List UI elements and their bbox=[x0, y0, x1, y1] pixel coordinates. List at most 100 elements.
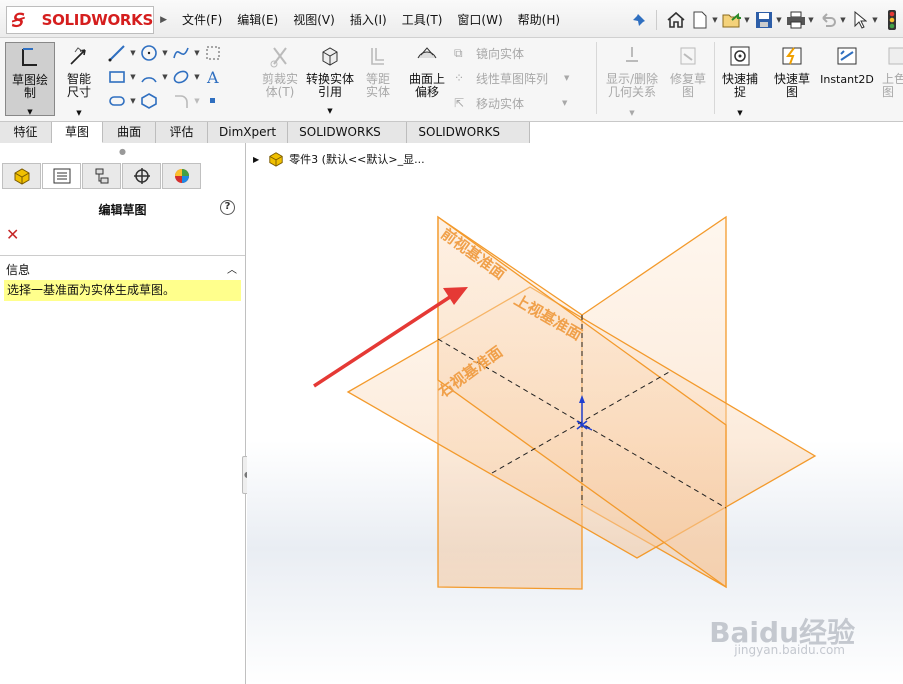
point-grid-icon[interactable] bbox=[202, 43, 224, 63]
save-icon[interactable] bbox=[753, 9, 775, 31]
convert-entities-button[interactable]: 转换实体引用 ▼ bbox=[305, 44, 355, 118]
linear-pattern-label: 线性草图阵列 bbox=[476, 71, 549, 86]
tab-sketch[interactable]: 草图 bbox=[52, 122, 104, 143]
open-dropdown-icon[interactable]: ▼ bbox=[743, 16, 751, 24]
open-icon[interactable] bbox=[721, 9, 743, 31]
tab-addins[interactable]: SOLIDWORKS 插件 bbox=[288, 122, 408, 159]
traffic-light-icon[interactable] bbox=[881, 9, 903, 31]
menu-insert[interactable]: 插入(I) bbox=[350, 11, 387, 28]
crosshair-icon bbox=[133, 168, 150, 184]
info-message: 选择一基准面为实体生成草图。 bbox=[4, 280, 241, 301]
command-tabs: 特征 草图 曲面 评估 DimXpert SOLIDWORKS 插件 SOLID… bbox=[0, 122, 530, 159]
select-dropdown-icon[interactable]: ▼ bbox=[871, 16, 879, 24]
move-entities-button[interactable]: ⇱ 移动实体 ▼ bbox=[454, 92, 567, 114]
tab-mbd[interactable]: SOLIDWORKS MBD bbox=[407, 122, 530, 159]
graphics-viewport[interactable]: ▶ 零件3 (默认<<默认>_显... 前视基准面 上视基准面 右视基准面 Ba… bbox=[247, 143, 903, 684]
smart-dimension-button[interactable]: 智能尺寸 ▼ bbox=[57, 44, 101, 120]
text-icon[interactable]: A bbox=[202, 67, 224, 87]
ellipse-icon[interactable] bbox=[170, 67, 192, 87]
display-manager-tab[interactable] bbox=[162, 163, 201, 189]
chevron-up-icon[interactable]: ︿ bbox=[227, 261, 237, 278]
fillet-icon[interactable] bbox=[170, 91, 192, 111]
solidworks-logo[interactable]: Ꞩ SOLIDWORKS ▶ bbox=[6, 6, 167, 34]
tab-evaluate[interactable]: 评估 bbox=[156, 122, 209, 143]
print-dropdown-icon[interactable]: ▼ bbox=[807, 16, 815, 24]
menu-help[interactable]: 帮助(H) bbox=[518, 11, 560, 28]
tab-dimxpert[interactable]: DimXpert bbox=[208, 122, 289, 143]
sketch-tools-row-1: ▼ ▼ ▼ bbox=[106, 42, 224, 64]
sketch-label: 草图绘制 bbox=[11, 73, 48, 100]
spline-icon[interactable] bbox=[170, 43, 192, 63]
panel-title: 编辑草图 ? bbox=[0, 200, 245, 219]
sketch-dropdown-icon[interactable]: ▼ bbox=[6, 106, 54, 119]
mirror-label: 镜向实体 bbox=[476, 46, 525, 61]
panel-title-text: 编辑草图 bbox=[98, 203, 147, 217]
quick-snaps-button[interactable]: 快速捕捉 ▼ bbox=[718, 44, 762, 120]
shaded-sketch-label: 上色草图 bbox=[882, 72, 903, 99]
tab-surfaces[interactable]: 曲面 bbox=[103, 122, 157, 143]
line-icon[interactable] bbox=[106, 43, 128, 63]
instant2d-button[interactable]: Instant2D bbox=[818, 44, 876, 86]
separator bbox=[714, 42, 715, 114]
menu-file[interactable]: 文件(F) bbox=[182, 11, 222, 28]
rectangle-icon[interactable] bbox=[106, 67, 128, 87]
cancel-icon[interactable]: ✕ bbox=[6, 225, 245, 247]
undo-dropdown-icon[interactable]: ▼ bbox=[839, 16, 847, 24]
rapid-sketch-button[interactable]: 快速草图 bbox=[768, 44, 816, 99]
relations-dropdown-icon[interactable]: ▼ bbox=[602, 107, 662, 120]
save-dropdown-icon[interactable]: ▼ bbox=[775, 16, 783, 24]
offset-on-surface-button[interactable]: 曲面上偏移 bbox=[403, 44, 451, 99]
snaps-dropdown-icon[interactable]: ▼ bbox=[718, 107, 762, 120]
instant2d-label: Instant2D bbox=[820, 73, 874, 86]
svg-text:Ꞩ: Ꞩ bbox=[11, 11, 25, 32]
arc-icon[interactable] bbox=[138, 67, 160, 87]
trim-icon bbox=[270, 47, 287, 68]
circle-icon[interactable] bbox=[138, 43, 160, 63]
convert-entities-icon bbox=[322, 47, 338, 66]
move-label: 移动实体 bbox=[476, 96, 525, 111]
mirror-entities-button[interactable]: ⧉ 镜向实体 bbox=[454, 42, 524, 64]
trim-entities-button[interactable]: 剪裁实体(T) bbox=[258, 44, 302, 99]
menu-tools[interactable]: 工具(T) bbox=[402, 11, 443, 28]
undo-icon[interactable] bbox=[817, 9, 839, 31]
linear-pattern-button[interactable]: ⁘ 线性草图阵列 ▼ bbox=[454, 67, 569, 89]
configuration-manager-tab[interactable] bbox=[82, 163, 121, 189]
print-icon[interactable] bbox=[785, 9, 807, 31]
watermark-url: jingyan.baidu.com bbox=[734, 643, 845, 657]
pattern-dropdown-icon[interactable]: ▼ bbox=[564, 74, 569, 82]
property-list-icon bbox=[53, 168, 70, 184]
rapid-sketch-icon bbox=[782, 47, 802, 65]
convert-dropdown-icon[interactable]: ▼ bbox=[305, 105, 355, 118]
select-pointer-icon[interactable] bbox=[849, 9, 871, 31]
property-manager-tab[interactable] bbox=[42, 163, 81, 189]
repair-sketch-button[interactable]: 修复草图 bbox=[665, 44, 711, 99]
new-dropdown-icon[interactable]: ▼ bbox=[711, 16, 719, 24]
message-section-header[interactable]: 信息 ︿ bbox=[0, 255, 245, 280]
polygon-icon[interactable] bbox=[138, 91, 160, 111]
smart-dim-dropdown-icon[interactable]: ▼ bbox=[57, 107, 101, 120]
display-delete-relations-button[interactable]: 显示/删除几何关系 ▼ bbox=[602, 44, 662, 120]
slot-icon[interactable] bbox=[106, 91, 128, 111]
shaded-sketch-button[interactable]: 上色草图 bbox=[878, 44, 903, 99]
dimxpert-manager-tab[interactable] bbox=[122, 163, 161, 189]
offset-on-surface-label: 曲面上偏移 bbox=[408, 72, 445, 99]
move-dropdown-icon[interactable]: ▼ bbox=[562, 99, 567, 107]
menu-window[interactable]: 窗口(W) bbox=[457, 11, 502, 28]
home-icon[interactable] bbox=[665, 9, 687, 31]
sketch-button[interactable]: 草图绘制 ▼ bbox=[5, 42, 55, 116]
menu-edit[interactable]: 编辑(E) bbox=[237, 11, 278, 28]
tab-features[interactable]: 特征 bbox=[0, 122, 52, 143]
point-icon[interactable] bbox=[202, 91, 224, 111]
property-manager-panel: ● 编辑草图 ? ✕ 信息 ︿ 选择一基准面为实体生成草图。 bbox=[0, 143, 246, 684]
new-document-icon[interactable] bbox=[689, 9, 711, 31]
menu-view[interactable]: 视图(V) bbox=[293, 11, 335, 28]
pin-icon[interactable] bbox=[628, 9, 650, 31]
help-icon[interactable]: ? bbox=[220, 200, 235, 215]
feature-manager-tab[interactable] bbox=[2, 163, 41, 189]
offset-entities-button[interactable]: 等距实体 bbox=[356, 44, 400, 99]
solidworks-window: Ꞩ SOLIDWORKS ▶ 文件(F) 编辑(E) 视图(V) 插入(I) 工… bbox=[0, 0, 903, 684]
trim-label: 剪裁实体(T) bbox=[261, 72, 298, 99]
separator bbox=[596, 42, 597, 114]
panel-grip[interactable]: ● bbox=[0, 143, 245, 163]
quick-access-toolbar: ▼ ▼ ▼ ▼ ▼ ▼ bbox=[626, 8, 903, 32]
